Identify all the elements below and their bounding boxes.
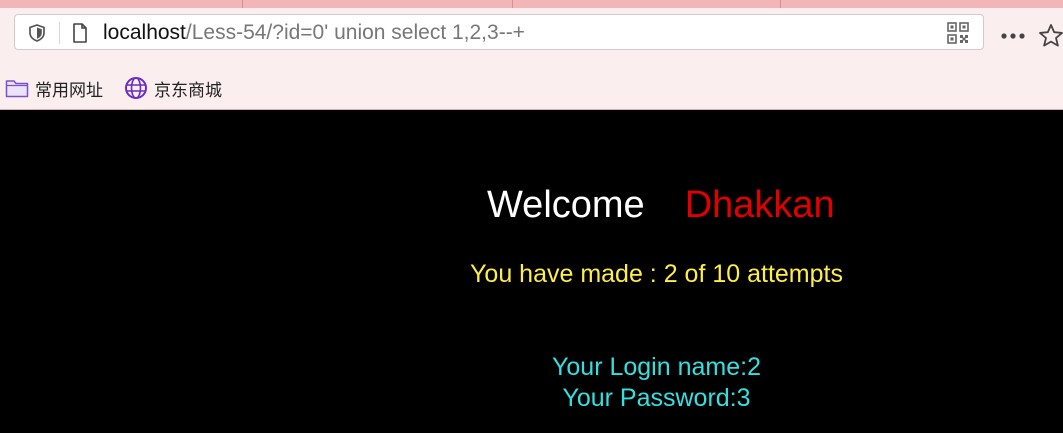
globe-icon xyxy=(125,77,147,99)
more-actions-icon[interactable] xyxy=(998,26,1028,46)
qr-code-icon[interactable] xyxy=(947,22,969,44)
url-host: localhost xyxy=(103,21,186,44)
folder-icon xyxy=(5,80,29,98)
address-bar-divider xyxy=(59,22,60,44)
bookmark-jd[interactable]: 京东商城 xyxy=(124,76,222,101)
user-name: Dhakkan xyxy=(684,184,835,226)
tab-separator xyxy=(780,0,781,8)
welcome-heading: Welcome Dhakkan xyxy=(487,184,835,227)
password-result: Your Password:3 xyxy=(562,384,751,412)
address-bar[interactable]: localhost/Less-54/?id=0' union select 1,… xyxy=(14,14,984,50)
attempts-counter: You have made : 2 of 10 attempts xyxy=(470,260,843,288)
url-text[interactable]: localhost/Less-54/?id=0' union select 1,… xyxy=(103,21,525,45)
page-icon[interactable] xyxy=(70,22,90,44)
login-name-result: Your Login name:2 xyxy=(552,353,761,381)
tab-separator xyxy=(512,0,513,8)
bookmark-folder-common[interactable]: 常用网址 xyxy=(5,76,103,101)
bookmarks-toolbar: 常用网址 京东商城 xyxy=(0,68,1063,110)
bookmark-label: 常用网址 xyxy=(35,80,103,101)
shield-icon[interactable] xyxy=(27,23,47,43)
bookmark-star-icon[interactable] xyxy=(1038,23,1063,49)
url-path: /Less-54/?id=0' union select 1,2,3--+ xyxy=(185,21,525,44)
navigation-toolbar: localhost/Less-54/?id=0' union select 1,… xyxy=(0,8,1063,68)
tab-separator xyxy=(242,0,243,8)
tab-strip xyxy=(0,0,1063,8)
bookmark-label: 京东商城 xyxy=(154,80,222,101)
page-content: Welcome Dhakkan You have made : 2 of 10 a… xyxy=(0,110,1063,433)
welcome-text: Welcome xyxy=(487,184,645,226)
